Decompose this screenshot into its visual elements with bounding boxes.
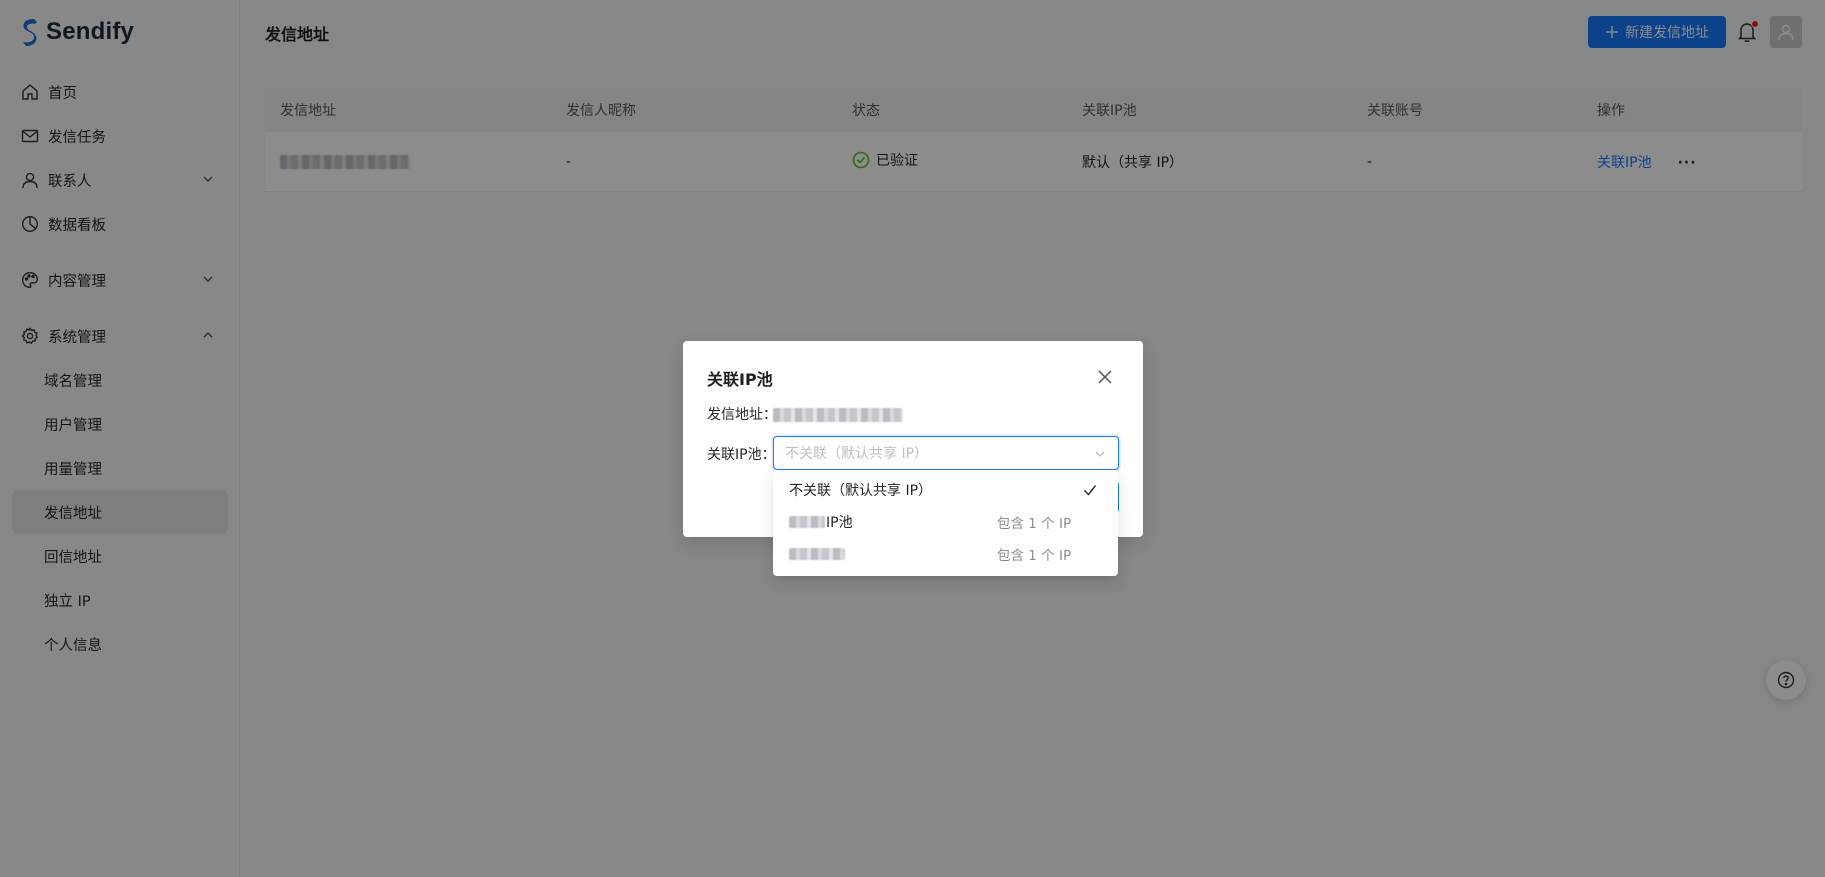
ip-pool-label: 关联IP池： [707, 447, 776, 463]
dropdown-option[interactable]: 包含 1 个 IP [773, 538, 1118, 570]
close-icon[interactable] [1097, 369, 1113, 385]
redacted-text [789, 516, 825, 528]
select-placeholder: 不关联（默认共享 IP） [785, 446, 929, 462]
option-label: IP池 [826, 515, 853, 531]
check-icon [1083, 485, 1097, 496]
ip-pool-select[interactable]: 不关联（默认共享 IP） [773, 436, 1119, 470]
modal-title: 关联IP池 [707, 370, 773, 389]
address-label: 发信地址： [707, 407, 777, 423]
redacted-text [789, 548, 845, 560]
ip-pool-dropdown: 不关联（默认共享 IP） IP池 包含 1 个 IP 包含 1 个 IP [773, 470, 1118, 576]
option-label: 不关联（默认共享 IP） [789, 483, 933, 499]
dropdown-option[interactable]: IP池 包含 1 个 IP [773, 506, 1118, 538]
option-ip-count: 包含 1 个 IP [997, 548, 1072, 564]
option-ip-count: 包含 1 个 IP [997, 516, 1072, 532]
dropdown-option[interactable]: 不关联（默认共享 IP） [773, 474, 1118, 506]
redacted-address [773, 408, 903, 422]
chevron-down-icon [1095, 451, 1105, 457]
